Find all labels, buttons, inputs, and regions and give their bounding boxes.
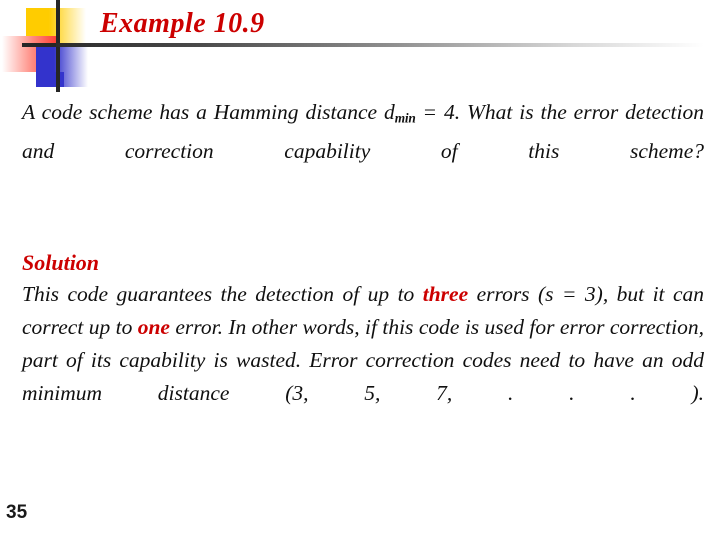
page-title: Example 10.9 (100, 8, 265, 39)
question-block: A code scheme has a Hamming distance dmi… (22, 96, 704, 201)
solution-text-seg1: This code guarantees the detection of up… (22, 282, 423, 306)
slide-canvas: Example 10.9 A code scheme has a Hamming… (0, 0, 720, 540)
question-subscript: min (394, 110, 416, 126)
solution-block: Solution This code guarantees the detect… (22, 248, 704, 443)
question-paragraph: A code scheme has a Hamming distance dmi… (22, 96, 704, 201)
solution-paragraph: This code guarantees the detection of up… (22, 278, 704, 443)
solution-emphasis-one: one (137, 315, 170, 339)
question-text-part1: A code scheme has a Hamming distance d (22, 100, 395, 124)
solution-heading: Solution (22, 250, 100, 275)
solution-emphasis-three: three (422, 282, 469, 306)
page-number: 35 (6, 502, 28, 523)
title-divider (56, 43, 704, 47)
